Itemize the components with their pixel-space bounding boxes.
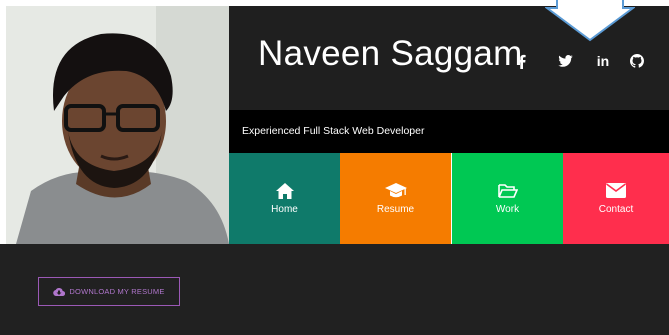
- github-link[interactable]: [627, 50, 647, 72]
- nav-tile-home[interactable]: Home: [229, 153, 340, 244]
- nav-tile-resume[interactable]: Resume: [340, 153, 451, 244]
- arrow-down-icon: [545, 0, 635, 42]
- nav-tile-work[interactable]: Work: [452, 153, 563, 244]
- github-icon: [630, 54, 644, 68]
- nav-tile-contact[interactable]: Contact: [563, 153, 669, 244]
- nav-tile-label: Work: [495, 204, 520, 215]
- facebook-icon: [517, 54, 526, 69]
- tagline: Experienced Full Stack Web Developer: [242, 125, 425, 137]
- profile-name: Naveen Saggam: [258, 34, 523, 73]
- bottom-section: DOWNLOAD MY RESUME: [0, 244, 669, 335]
- cloud-download-icon: [53, 287, 66, 296]
- nav-tile-label: Resume: [376, 204, 415, 215]
- nav-tile-label: Contact: [598, 204, 634, 215]
- graduation-cap-icon: [340, 183, 451, 201]
- folder-open-icon: [452, 183, 563, 201]
- envelope-icon: [563, 183, 669, 201]
- profile-photo: [6, 6, 229, 244]
- download-resume-label: DOWNLOAD MY RESUME: [69, 287, 165, 296]
- twitter-icon: [557, 55, 573, 67]
- download-resume-button[interactable]: DOWNLOAD MY RESUME: [38, 277, 180, 306]
- facebook-link[interactable]: [512, 50, 530, 72]
- twitter-link[interactable]: [555, 50, 575, 72]
- nav-tile-label: Home: [271, 204, 298, 215]
- home-icon: [229, 183, 340, 201]
- linkedin-icon: in: [596, 53, 610, 69]
- linkedin-link[interactable]: in: [593, 50, 613, 72]
- tagline-bar: Experienced Full Stack Web Developer: [229, 110, 669, 153]
